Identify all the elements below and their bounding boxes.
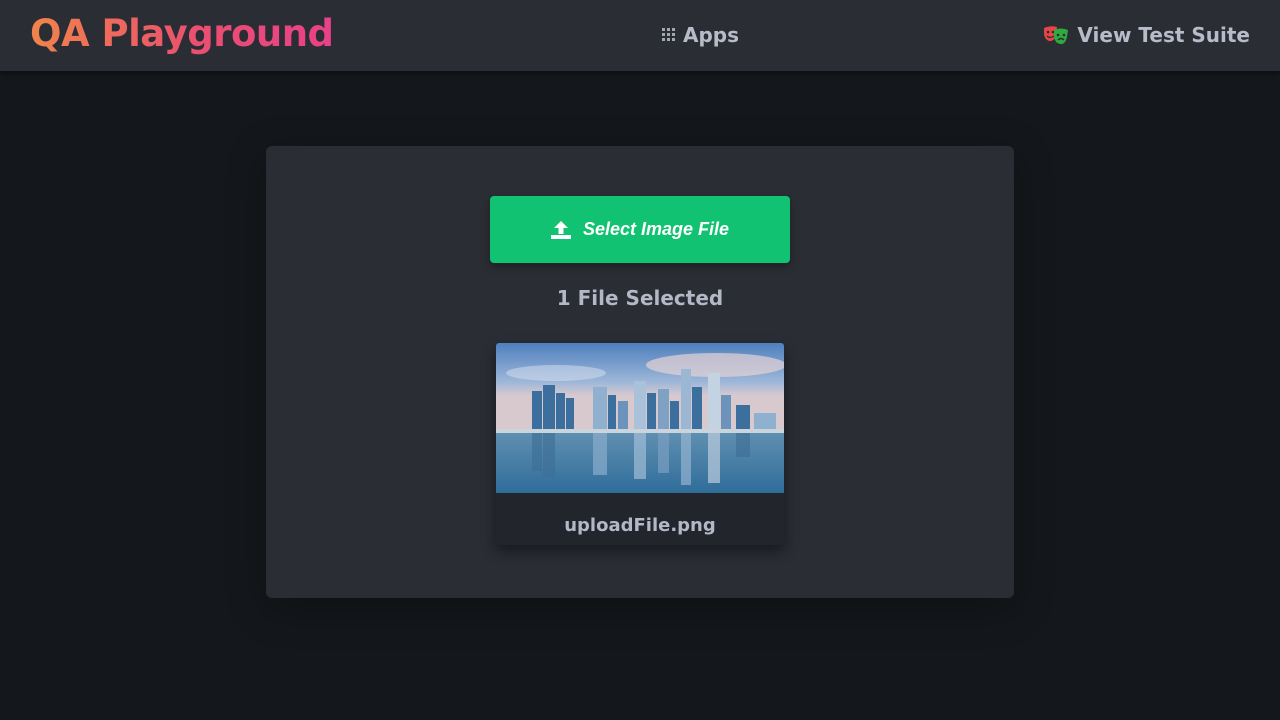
uploaded-image-preview [496,343,784,493]
view-test-suite-link[interactable]: View Test Suite [1043,22,1250,48]
uploaded-file-name: uploadFile.png [564,515,716,536]
file-preview-card: uploadFile.png [496,343,784,545]
nav-apps-link[interactable]: Apps [662,22,739,48]
theater-masks-icon [1044,26,1069,45]
select-image-file-label: Select Image File [582,219,730,239]
select-image-file-button[interactable]: Select Image File [490,196,790,263]
files-selected-status: 1 File Selected [556,286,724,310]
upload-icon [550,220,571,239]
grid-icon [662,28,676,42]
nav-apps-label: Apps [683,23,740,47]
upload-card: Select Image File 1 File Selected upload… [266,146,1014,598]
view-test-suite-label: View Test Suite [1077,23,1250,47]
brand-logo-link[interactable]: QA Playground [30,12,334,55]
top-navbar: QA Playground Apps View Test Suite [0,0,1280,71]
